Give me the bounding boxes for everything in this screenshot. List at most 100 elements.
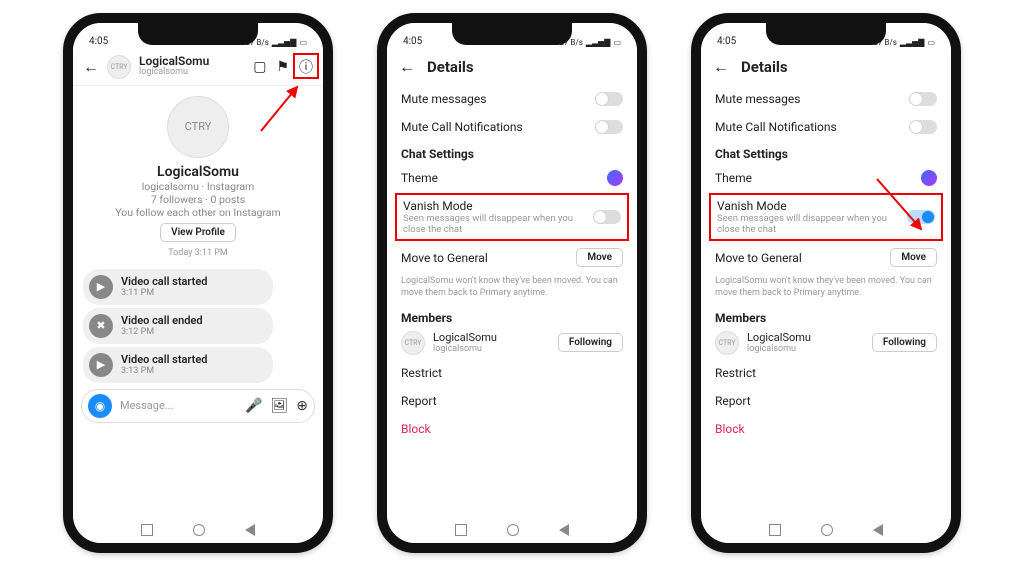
android-nav	[701, 517, 951, 543]
battery-icon: ▭	[927, 38, 935, 47]
block-row[interactable]: Block	[387, 415, 637, 443]
nav-recent-icon[interactable]	[141, 524, 153, 536]
android-nav	[73, 517, 323, 543]
move-note: LogicalSomu won't know they've been move…	[387, 274, 637, 305]
call-event[interactable]: ▶ Video call started3:13 PM	[83, 347, 273, 383]
page-title: Details	[741, 58, 788, 76]
phone-details-on: 4:05 27 B/s ▂▃▅▇ ▭ ← Details Mute messag…	[691, 13, 961, 553]
mute-calls-label: Mute Call Notifications	[715, 120, 837, 134]
video-icon[interactable]: ▢	[253, 59, 266, 75]
vanish-highlight: Vanish Mode Seen messages will disappear…	[709, 193, 943, 242]
restrict-row[interactable]: Restrict	[701, 359, 951, 387]
nav-recent-icon[interactable]	[455, 524, 467, 536]
report-row[interactable]: Report	[701, 387, 951, 415]
theme-label: Theme	[401, 171, 438, 185]
move-label: Move to General	[401, 251, 488, 265]
info-icon[interactable]: ⓘ	[299, 57, 313, 77]
avatar: CTRY	[715, 331, 739, 355]
mute-calls-toggle[interactable]	[909, 120, 937, 134]
vanish-toggle[interactable]	[593, 210, 621, 224]
nav-back-icon[interactable]	[559, 524, 569, 536]
chat-settings-heading: Chat Settings	[387, 141, 637, 163]
back-icon[interactable]: ←	[713, 57, 729, 77]
page-title: Details	[427, 58, 474, 76]
event-time: 3:12 PM	[121, 327, 203, 337]
call-event[interactable]: ✖ Video call ended3:12 PM	[83, 308, 273, 344]
mute-messages-toggle[interactable]	[909, 92, 937, 106]
call-event[interactable]: ▶ Video call started3:11 PM	[83, 269, 273, 305]
mute-messages-row[interactable]: Mute messages	[701, 85, 951, 113]
chat-sub: logicalsomu	[139, 68, 245, 78]
mute-calls-toggle[interactable]	[595, 120, 623, 134]
theme-row[interactable]: Theme	[387, 163, 637, 193]
members-heading: Members	[387, 305, 637, 327]
view-profile-button[interactable]: View Profile	[160, 223, 236, 242]
flag-icon[interactable]: ⚑	[276, 59, 289, 75]
battery-icon: ▭	[299, 38, 307, 47]
member-name: LogicalSomu	[433, 331, 550, 344]
following-button[interactable]: Following	[558, 333, 623, 352]
chat-title[interactable]: LogicalSomu logicalsomu	[139, 55, 245, 78]
vanish-sub: Seen messages will disappear when you cl…	[717, 213, 887, 236]
chat-header: ← CTRY LogicalSomu logicalsomu ▢ ⚑ ⓘ	[73, 49, 323, 86]
profile-name: LogicalSomu	[157, 164, 239, 180]
member-name: LogicalSomu	[747, 331, 864, 344]
notch	[766, 23, 886, 45]
avatar[interactable]: CTRY	[107, 55, 131, 79]
nav-back-icon[interactable]	[873, 524, 883, 536]
move-row: Move to General Move	[387, 241, 637, 274]
theme-dot-icon	[607, 170, 623, 186]
gallery-icon[interactable]: 🖼	[270, 398, 288, 414]
back-icon[interactable]: ←	[399, 57, 415, 77]
event-label: Video call started	[121, 275, 207, 288]
move-button[interactable]: Move	[576, 248, 623, 267]
add-icon[interactable]: ⊕	[296, 398, 308, 414]
chat-settings-heading: Chat Settings	[701, 141, 951, 163]
today-label: Today 3:11 PM	[168, 248, 228, 258]
vanish-toggle[interactable]	[907, 210, 935, 224]
status-time: 4:05	[403, 36, 422, 47]
video-icon: ▶	[89, 275, 113, 299]
profile-avatar[interactable]: CTRY	[167, 96, 229, 158]
nav-home-icon[interactable]	[507, 524, 519, 536]
theme-row[interactable]: Theme	[701, 163, 951, 193]
block-row[interactable]: Block	[701, 415, 951, 443]
vanish-sub: Seen messages will disappear when you cl…	[403, 213, 573, 236]
nav-back-icon[interactable]	[245, 524, 255, 536]
move-row: Move to General Move	[701, 241, 951, 274]
move-button[interactable]: Move	[890, 248, 937, 267]
nav-home-icon[interactable]	[193, 524, 205, 536]
vanish-label: Vanish Mode	[717, 199, 887, 213]
signal-icon: ▂▃▅▇	[900, 38, 925, 47]
move-label: Move to General	[715, 251, 802, 265]
vanish-label: Vanish Mode	[403, 199, 573, 213]
message-input[interactable]: Message...	[120, 399, 237, 412]
mute-messages-toggle[interactable]	[595, 92, 623, 106]
signal-icon: ▂▃▅▇	[586, 38, 611, 47]
video-icon: ▶	[89, 353, 113, 377]
report-row[interactable]: Report	[387, 387, 637, 415]
following-button[interactable]: Following	[872, 333, 937, 352]
restrict-row[interactable]: Restrict	[387, 359, 637, 387]
event-time: 3:11 PM	[121, 288, 207, 298]
notch	[138, 23, 258, 45]
nav-recent-icon[interactable]	[769, 524, 781, 536]
camera-icon[interactable]: ◉	[88, 394, 112, 418]
avatar: CTRY	[401, 331, 425, 355]
mute-messages-label: Mute messages	[401, 92, 486, 106]
composer: ◉ Message... 🎤 🖼 ⊕	[81, 389, 315, 423]
member-row[interactable]: CTRY LogicalSomu logicalsomu Following	[701, 327, 951, 359]
event-label: Video call ended	[121, 314, 203, 327]
mute-messages-row[interactable]: Mute messages	[387, 85, 637, 113]
mute-calls-label: Mute Call Notifications	[401, 120, 523, 134]
mute-calls-row[interactable]: Mute Call Notifications	[387, 113, 637, 141]
move-note: LogicalSomu won't know they've been move…	[701, 274, 951, 305]
nav-home-icon[interactable]	[821, 524, 833, 536]
member-row[interactable]: CTRY LogicalSomu logicalsomu Following	[387, 327, 637, 359]
members-heading: Members	[701, 305, 951, 327]
status-time: 4:05	[717, 36, 736, 47]
mute-calls-row[interactable]: Mute Call Notifications	[701, 113, 951, 141]
profile-sub3: You follow each other on Instagram	[115, 206, 280, 219]
back-icon[interactable]: ←	[83, 57, 99, 77]
mic-icon[interactable]: 🎤	[245, 398, 262, 414]
